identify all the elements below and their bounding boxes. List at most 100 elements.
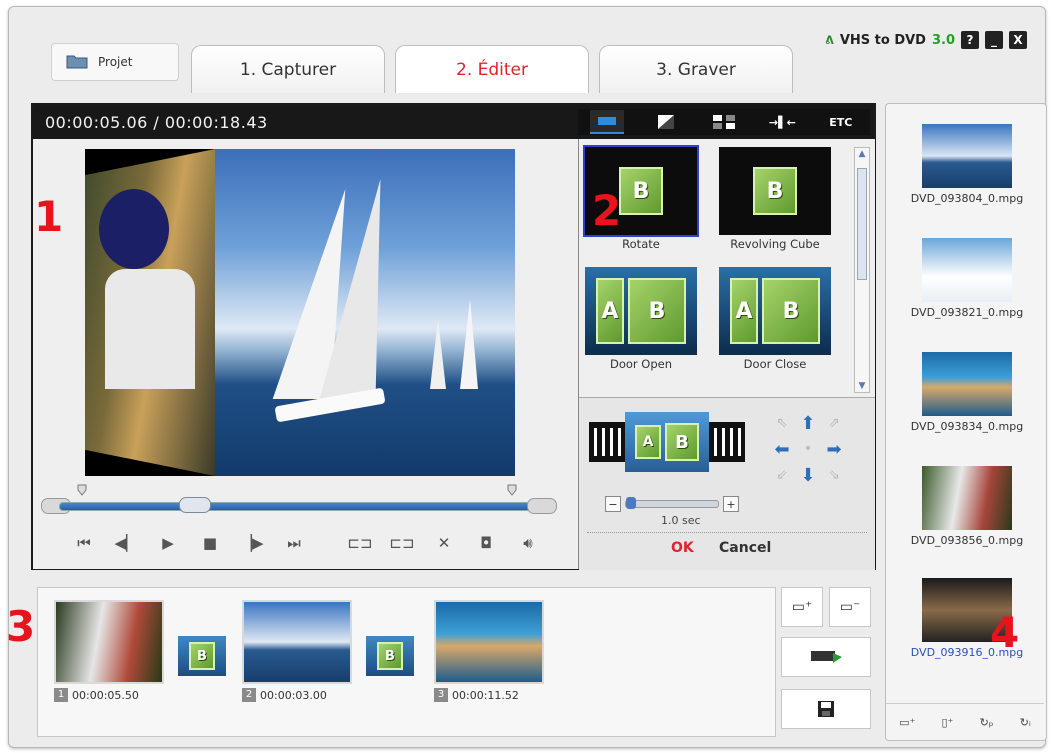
trim-effects-icon[interactable]: →▌← — [765, 111, 799, 133]
previous-frame-icon[interactable]: ◀▏ — [105, 531, 147, 555]
library-thumb-football — [922, 466, 1012, 530]
storyboard-clip[interactable]: 2 00:00:03.00 — [242, 600, 352, 702]
editor-header: 00:00:05.06 / 00:00:18.43 →▌← ETC — [33, 105, 874, 139]
storyboard-actions: ▭⁺ ▭⁻ — [781, 587, 873, 735]
direction-right-icon[interactable]: ➡ — [821, 436, 847, 462]
ok-button[interactable]: OK — [671, 540, 694, 556]
folder-icon — [66, 53, 88, 72]
layout-effects-icon[interactable] — [707, 111, 741, 133]
storyboard-transition[interactable]: B — [366, 636, 414, 676]
minimize-button[interactable]: _ — [985, 31, 1003, 49]
remove-clip-button[interactable]: ▭⁻ — [829, 587, 871, 627]
direction-up-right-icon[interactable]: ⇗ — [821, 410, 847, 436]
import-media-icon[interactable]: ▯⁺ — [942, 716, 954, 729]
mark-in-icon[interactable]: ⊏⊐ — [339, 531, 381, 555]
duration-slider[interactable] — [625, 497, 719, 509]
rotate-pcd-icon[interactable]: ↻ₚ — [980, 716, 994, 729]
go-to-start-icon[interactable]: ⏮ — [63, 531, 105, 555]
stop-icon[interactable]: ■ — [189, 531, 231, 555]
editor-panel: 00:00:05.06 / 00:00:18.43 →▌← ETC ⏮ ◀▏ ▶… — [31, 103, 876, 570]
library-item[interactable]: DVD_093856_0.mpg — [904, 466, 1030, 547]
library-item[interactable]: DVD_093834_0.mpg — [904, 352, 1030, 433]
storyboard-transition[interactable]: B — [178, 636, 226, 676]
direction-down-icon[interactable]: ⬇ — [795, 462, 821, 488]
effect-door-open[interactable]: AB Door Open — [585, 267, 697, 377]
save-project-button[interactable] — [781, 689, 871, 729]
direction-up-icon[interactable]: ⬆ — [795, 410, 821, 436]
help-button[interactable]: ? — [961, 31, 979, 49]
cut-icon[interactable]: ✕ — [423, 531, 465, 555]
library-thumb-sailboat — [922, 124, 1012, 188]
snapshot-icon[interactable]: ◘ — [465, 531, 507, 555]
brand-logo-icon: ᕕ — [825, 33, 834, 47]
etc-effects-button[interactable]: ETC — [824, 111, 858, 133]
direction-left-icon[interactable]: ⬅ — [769, 436, 795, 462]
export-to-burn-button[interactable] — [781, 637, 871, 677]
effect-revolving-cube[interactable]: B Revolving Cube — [719, 147, 831, 257]
play-icon[interactable]: ▶ — [147, 531, 189, 555]
preview-football-face — [85, 149, 215, 476]
tab-burn[interactable]: 3. Graver — [599, 45, 793, 93]
scroll-thumb[interactable] — [857, 168, 867, 280]
go-to-end-icon[interactable]: ⏭ — [273, 531, 315, 555]
effect-door-open-thumb: AB — [585, 267, 697, 355]
clip-duration: 00:00:11.52 — [452, 688, 519, 702]
effect-label: Door Open — [609, 357, 673, 371]
next-frame-icon[interactable]: ▕▶ — [231, 531, 273, 555]
mark-out-icon[interactable]: ⊏⊐ — [381, 531, 423, 555]
timeline-track[interactable] — [59, 502, 531, 511]
storyboard-clip[interactable]: 3 00:00:11.52 — [434, 600, 544, 702]
tab-capture[interactable]: 1. Capturer — [191, 45, 385, 93]
library-item-name: DVD_093804_0.mpg — [910, 192, 1024, 205]
effect-revolving-cube-thumb: B — [719, 147, 831, 235]
direction-up-left-icon[interactable]: ⇖ — [769, 410, 795, 436]
effect-preview-filmstrip: AB — [589, 412, 747, 472]
effects-grid: B Rotate B Revolving Cube AB Door Open A… — [583, 145, 853, 391]
library-item[interactable]: DVD_093821_0.mpg — [904, 238, 1030, 319]
tab-edit[interactable]: 2. Éditer — [395, 45, 589, 93]
add-media-icon[interactable]: ▭⁺ — [899, 716, 915, 729]
clip-number: 2 — [242, 688, 256, 702]
effect-label: Door Close — [743, 357, 807, 371]
library-item-name: DVD_093856_0.mpg — [910, 534, 1024, 547]
playhead-handle[interactable] — [179, 497, 211, 513]
effect-category-bar: →▌← ETC — [578, 109, 870, 135]
rotate-pip-icon[interactable]: ↻ᵢ — [1020, 716, 1031, 729]
save-icon — [818, 701, 834, 717]
playback-controls: ⏮ ◀▏ ▶ ■ ▕▶ ⏭ ⊏⊐ ⊏⊐ ✕ ◘ 🔊︎ — [63, 531, 553, 555]
clip-duration: 00:00:05.50 — [72, 688, 139, 702]
storyboard-clip[interactable]: 1 00:00:05.50 — [54, 600, 164, 702]
effect-label: Rotate — [622, 237, 660, 251]
clip-number: 3 — [434, 688, 448, 702]
cancel-button[interactable]: Cancel — [719, 540, 771, 556]
end-handle[interactable] — [527, 498, 557, 514]
project-button[interactable]: Projet — [51, 43, 179, 81]
effects-scrollbar[interactable]: ▲ ▼ — [854, 147, 870, 393]
timecode: 00:00:05.06 / 00:00:18.43 — [45, 113, 268, 132]
library-item[interactable]: DVD_093804_0.mpg — [904, 124, 1030, 205]
duration-control: − + — [605, 494, 739, 514]
preview-area: ⏮ ◀▏ ▶ ■ ▕▶ ⏭ ⊏⊐ ⊏⊐ ✕ ◘ 🔊︎ — [33, 139, 578, 569]
in-point-marker[interactable] — [77, 484, 87, 496]
timeline-scrubber[interactable] — [41, 484, 561, 514]
scroll-up-icon[interactable]: ▲ — [855, 148, 869, 160]
duration-increase-button[interactable]: + — [723, 496, 739, 512]
direction-pad: ⇖ ⬆ ⇗ ⬅ • ➡ ⇙ ⬇ ⇘ — [769, 410, 849, 490]
direction-down-right-icon[interactable]: ⇘ — [821, 462, 847, 488]
scroll-down-icon[interactable]: ▼ — [855, 380, 869, 392]
effect-door-close[interactable]: AB Door Close — [719, 267, 831, 377]
direction-down-left-icon[interactable]: ⇙ — [769, 462, 795, 488]
callout-1: 1 — [34, 192, 64, 241]
close-button[interactable]: X — [1009, 31, 1027, 49]
clip-duration: 00:00:03.00 — [260, 688, 327, 702]
out-point-marker[interactable] — [507, 484, 517, 496]
storyboard: 1 00:00:05.50 B 2 00:00:03.00 B 3 00:00:11.… — [37, 587, 776, 737]
volume-icon[interactable]: 🔊︎ — [507, 531, 549, 555]
brand-version: 3.0 — [931, 32, 955, 48]
video-preview — [85, 149, 515, 476]
transition-effects-icon[interactable] — [590, 110, 625, 134]
filter-effects-icon[interactable] — [649, 111, 683, 133]
duration-decrease-button[interactable]: − — [605, 496, 621, 512]
add-clip-button[interactable]: ▭⁺ — [781, 587, 823, 627]
callout-4: 4 — [990, 608, 1020, 657]
